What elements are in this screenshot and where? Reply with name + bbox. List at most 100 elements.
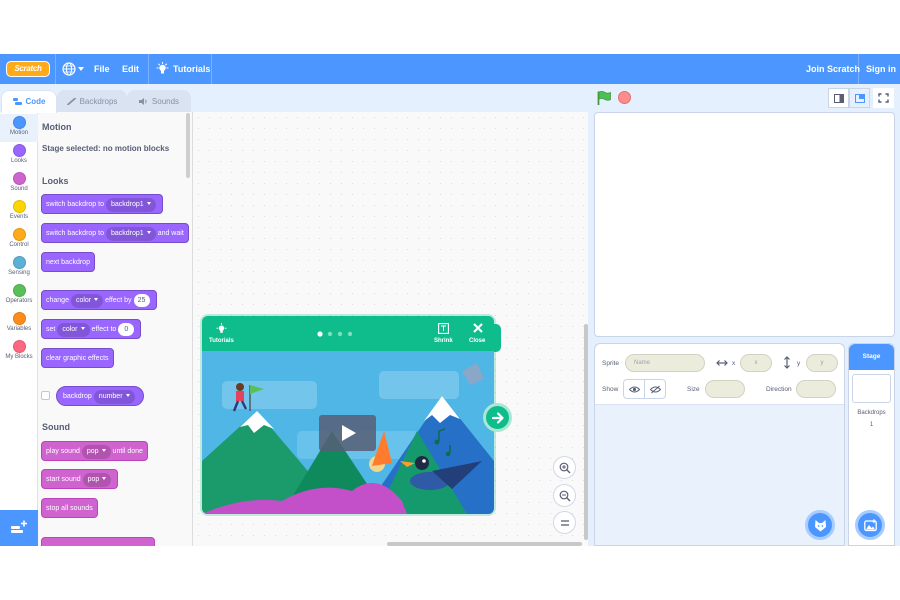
partial-sound-block[interactable]: [41, 537, 155, 546]
palette-scrollbar[interactable]: [186, 113, 190, 178]
workspace-horizontal-scrollbar[interactable]: [387, 542, 582, 546]
code-icon: [12, 98, 22, 105]
speaker-icon: [138, 98, 147, 105]
y-label: y: [797, 360, 801, 367]
backdrop-reporter-checkbox[interactable]: [41, 391, 50, 400]
start-sound-block[interactable]: start sound pop: [41, 469, 119, 489]
block-text: clear graphic effects: [46, 355, 109, 362]
chevron-down-icon: [125, 394, 130, 397]
play-sound-until-done-block[interactable]: play sound pop until done: [41, 441, 148, 461]
category-sound[interactable]: Sound: [0, 170, 38, 198]
equals-icon: [561, 520, 569, 526]
category-dot-icon: [12, 200, 26, 213]
category-dot-icon: [12, 284, 26, 297]
size-input[interactable]: [705, 380, 745, 398]
size-label: Size: [687, 386, 700, 393]
menu-divider: [148, 54, 149, 84]
zoom-reset-button[interactable]: [553, 511, 576, 534]
category-motion[interactable]: Motion: [0, 114, 38, 142]
category-dot-icon: [12, 228, 26, 241]
stage-canvas[interactable]: [594, 112, 895, 337]
stop-all-sounds-block[interactable]: stop all sounds: [41, 498, 98, 518]
tab-sounds-label: Sounds: [151, 97, 180, 106]
y-input[interactable]: y: [806, 354, 838, 372]
close-icon[interactable]: [473, 323, 483, 333]
chevron-down-icon[interactable]: [78, 67, 84, 71]
choose-sprite-button[interactable]: [805, 510, 835, 540]
choose-backdrop-button[interactable]: [855, 510, 885, 540]
sprite-info: Sprite Name x x y y Show Size Direction: [595, 344, 844, 405]
clear-effects-block[interactable]: clear graphic effects: [41, 348, 114, 368]
direction-input[interactable]: [796, 380, 836, 398]
tab-code[interactable]: Code: [1, 90, 57, 113]
workspace-vertical-scrollbar[interactable]: [584, 324, 588, 540]
block-text: until done: [112, 448, 143, 455]
tutorial-card: Tutorials Shrink Close: [202, 316, 494, 514]
chevron-down-icon: [80, 327, 85, 330]
category-my-blocks[interactable]: My Blocks: [0, 338, 38, 366]
sound-dropdown[interactable]: pop: [81, 445, 111, 459]
add-extension-button[interactable]: [0, 510, 38, 546]
tutorial-next-button[interactable]: [483, 403, 512, 432]
block-text: change: [46, 297, 69, 304]
effect-amount-input[interactable]: 25: [133, 294, 150, 307]
hide-sprite-button[interactable]: [644, 379, 666, 399]
category-control[interactable]: Control: [0, 226, 38, 254]
join-scratch-link[interactable]: Join Scratch: [806, 54, 860, 84]
effect-dropdown[interactable]: color: [70, 294, 104, 308]
change-effect-block[interactable]: change color effect by 25: [41, 290, 157, 310]
backdrop-dropdown[interactable]: backdrop1: [105, 198, 156, 212]
switch-backdrop-wait-block[interactable]: switch backdrop to backdrop1 and wait: [41, 223, 189, 243]
block-text: effect by: [105, 297, 132, 304]
zoom-in-icon: [559, 462, 571, 474]
next-backdrop-block[interactable]: next backdrop: [41, 252, 95, 272]
category-events[interactable]: Events: [0, 198, 38, 226]
x-input[interactable]: x: [740, 354, 772, 372]
category-variables[interactable]: Variables: [0, 310, 38, 338]
effect-value-input[interactable]: 0: [118, 323, 135, 336]
scratch-logo[interactable]: Scratch: [6, 61, 50, 77]
zoom-in-button[interactable]: [553, 456, 576, 479]
tab-backdrops[interactable]: Backdrops: [57, 90, 127, 112]
zoom-out-button[interactable]: [553, 484, 576, 507]
tab-sounds[interactable]: Sounds: [127, 90, 191, 112]
file-menu[interactable]: File: [94, 54, 110, 84]
looks-heading: Looks: [42, 176, 69, 186]
category-dot-icon: [12, 340, 26, 353]
image-icon: [864, 519, 877, 532]
backdrop-attr-dropdown[interactable]: number: [93, 390, 135, 404]
backdrop-reporter-block[interactable]: backdrop number: [56, 386, 144, 406]
sprite-name-input[interactable]: Name: [625, 354, 705, 372]
effect-dropdown[interactable]: color: [57, 323, 90, 337]
globe-icon[interactable]: [62, 62, 76, 76]
small-stage-button[interactable]: [828, 88, 849, 108]
tutorials-label[interactable]: Tutorials: [209, 338, 234, 344]
fullscreen-button[interactable]: [873, 88, 894, 108]
sign-in-link[interactable]: Sign in: [866, 54, 896, 84]
green-flag-icon[interactable]: [596, 90, 612, 106]
tab-code-label: Code: [25, 97, 46, 106]
stop-button[interactable]: [618, 91, 631, 104]
stage-thumbnail[interactable]: [852, 374, 891, 403]
direction-label: Direction: [766, 386, 792, 393]
backdrop-dropdown[interactable]: backdrop1: [105, 227, 156, 241]
shrink-label[interactable]: Shrink: [434, 338, 453, 344]
switch-backdrop-block[interactable]: switch backdrop to backdrop1: [41, 194, 163, 214]
tutorials-menu[interactable]: Tutorials: [173, 54, 210, 84]
category-operators[interactable]: Operators: [0, 282, 38, 310]
tutorial-step-dots[interactable]: [316, 330, 356, 338]
category-label: Sensing: [8, 270, 30, 276]
edit-menu[interactable]: Edit: [122, 54, 139, 84]
set-effect-block[interactable]: set color effect to 0: [41, 319, 142, 339]
normal-stage-button[interactable]: [849, 88, 870, 108]
shrink-icon[interactable]: [438, 323, 449, 334]
category-sensing[interactable]: Sensing: [0, 254, 38, 282]
category-dot-icon: [12, 172, 26, 185]
show-label: Show: [602, 386, 619, 393]
show-sprite-button[interactable]: [623, 379, 645, 399]
category-looks[interactable]: Looks: [0, 142, 38, 170]
sound-dropdown[interactable]: pop: [82, 473, 112, 487]
tutorial-video-thumbnail[interactable]: [202, 351, 494, 514]
close-label[interactable]: Close: [469, 338, 485, 344]
dropdown-value: backdrop1: [110, 201, 144, 208]
